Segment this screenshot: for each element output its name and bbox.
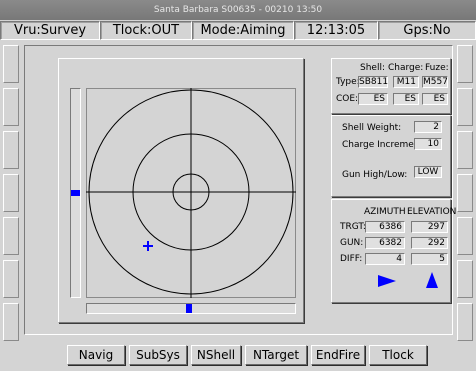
nshell-button[interactable]: NShell xyxy=(191,345,241,365)
fuze-type-field[interactable]: M557 xyxy=(422,76,448,88)
gun-high-low-field[interactable]: LOW xyxy=(414,166,442,178)
trgt-azimuth-field[interactable]: 6386 xyxy=(365,221,405,233)
ntarget-button[interactable]: NTarget xyxy=(245,345,307,365)
arrow-right-icon xyxy=(378,275,396,287)
left-side-button-1[interactable] xyxy=(3,45,19,83)
right-side-button-2[interactable] xyxy=(457,88,473,126)
window-title-bar: Santa Barbara S00635 - 00210 13:50 xyxy=(0,0,476,20)
status-tlock: Tlock:OUT xyxy=(100,21,192,40)
status-bar: Vru:Survey Tlock:OUT Mode:Aiming 12:13:0… xyxy=(0,20,476,41)
status-time: 12:13:05 xyxy=(294,21,378,40)
window-title: Santa Barbara S00635 - 00210 13:50 xyxy=(153,5,323,15)
coe-label: COE: xyxy=(336,94,359,104)
diff-elevation-field[interactable]: 5 xyxy=(411,253,448,265)
trgt-label: TRGT: xyxy=(340,222,366,232)
shell-weight-field[interactable]: 2 xyxy=(414,121,442,133)
shell-type-field[interactable]: SB811 xyxy=(358,76,388,88)
status-gps: Gps:No xyxy=(378,21,476,40)
azimuth-header: AZIMUTH xyxy=(364,207,406,217)
gun-label: GUN: xyxy=(340,238,364,248)
left-side-button-4[interactable] xyxy=(3,174,19,212)
left-side-button-6[interactable] xyxy=(3,260,19,298)
diff-label: DIFF: xyxy=(340,254,363,264)
right-side-button-7[interactable] xyxy=(457,303,473,341)
fuze-header: Fuze: xyxy=(425,63,449,73)
status-mode: Mode:Aiming xyxy=(192,21,294,40)
target-scope[interactable] xyxy=(86,88,296,298)
right-side-button-3[interactable] xyxy=(457,131,473,169)
right-side-button-6[interactable] xyxy=(457,260,473,298)
left-side-button-3[interactable] xyxy=(3,131,19,169)
right-side-button-5[interactable] xyxy=(457,217,473,255)
arrow-up-icon xyxy=(426,272,438,288)
right-side-button-4[interactable] xyxy=(457,174,473,212)
endfire-button[interactable]: EndFire xyxy=(311,345,365,365)
diff-azimuth-field[interactable]: 4 xyxy=(365,253,405,265)
subsys-button[interactable]: SubSys xyxy=(129,345,187,365)
trgt-elevation-field[interactable]: 297 xyxy=(411,221,448,233)
left-side-button-2[interactable] xyxy=(3,88,19,126)
charge-type-field[interactable]: M11 xyxy=(393,76,419,88)
shell-coe-field[interactable]: ES xyxy=(358,93,388,105)
navig-button[interactable]: Navig xyxy=(67,345,125,365)
status-vru: Vru:Survey xyxy=(0,21,100,40)
fuze-coe-field[interactable]: ES xyxy=(422,93,448,105)
charge-header: Charge: xyxy=(388,63,424,73)
charge-coe-field[interactable]: ES xyxy=(393,93,419,105)
shell-header: Shell: xyxy=(360,63,385,73)
right-side-button-1[interactable] xyxy=(457,45,473,83)
shell-weight-label: Shell Weight: xyxy=(342,123,402,133)
left-side-button-7[interactable] xyxy=(3,303,19,341)
charge-increment-field[interactable]: 10 xyxy=(414,138,442,150)
left-side-button-5[interactable] xyxy=(3,217,19,255)
azimuth-slider-thumb[interactable] xyxy=(186,304,192,313)
elevation-header: ELEVATION xyxy=(407,207,457,217)
gun-high-low-label: Gun High/Low: xyxy=(342,170,408,180)
type-label: Type: xyxy=(336,77,360,87)
gun-elevation-field[interactable]: 292 xyxy=(411,237,448,249)
gun-azimuth-field[interactable]: 6382 xyxy=(365,237,405,249)
elevation-slider-thumb[interactable] xyxy=(71,190,80,196)
tlock-button[interactable]: Tlock xyxy=(369,345,427,365)
